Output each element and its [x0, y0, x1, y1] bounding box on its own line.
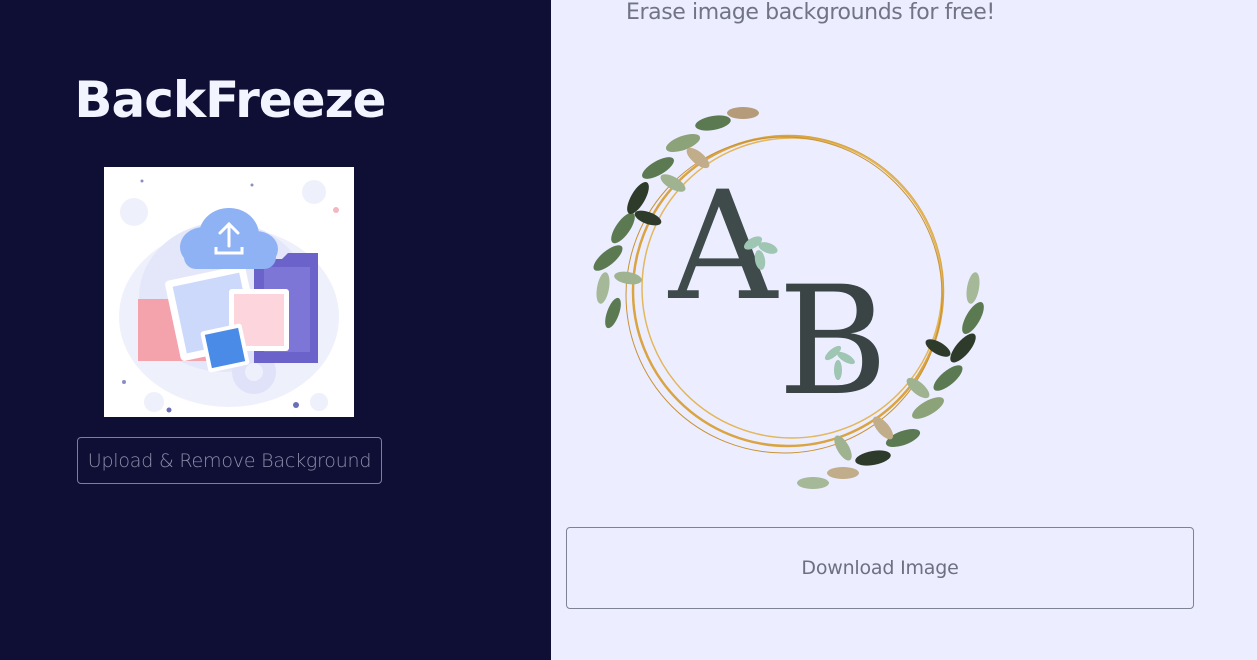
download-image-button[interactable]: Download Image — [566, 527, 1194, 609]
sidebar-panel: BackFreeze Upload & Remove Background — [0, 0, 551, 660]
app-title: BackFreeze — [74, 71, 386, 129]
tagline-text: Erase image backgrounds for free! — [626, 0, 995, 25]
upload-illustration-image — [104, 167, 354, 417]
monogram-letter-b: B — [778, 255, 888, 429]
result-image: A B — [578, 98, 998, 498]
upload-remove-background-button[interactable]: Upload & Remove Background — [77, 437, 382, 484]
